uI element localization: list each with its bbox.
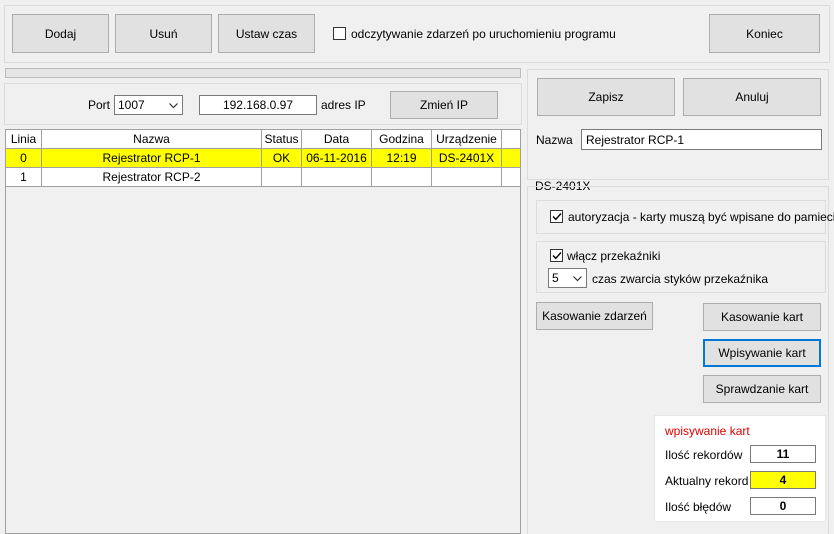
port-label: Port <box>88 98 111 112</box>
column-header-linia[interactable]: Linia <box>6 130 42 149</box>
cell-filler <box>501 148 520 168</box>
check-icon <box>552 252 562 260</box>
delete-events-button[interactable]: Kasowanie zdarzeń <box>536 302 653 330</box>
cancel-button[interactable]: Anuluj <box>683 78 821 116</box>
device-table-area: Linia Nazwa Status Data Godzina Urządzen… <box>5 129 521 534</box>
write-cards-button[interactable]: Wpisywanie kart <box>703 339 821 367</box>
check-icon <box>552 213 562 221</box>
cell-urzadzenie[interactable]: DS-2401X <box>431 148 502 168</box>
cell-nazwa[interactable]: Rejestrator RCP-2 <box>41 167 262 187</box>
name-label: Nazwa <box>536 133 573 147</box>
cell-godzina[interactable]: 12:19 <box>371 148 432 168</box>
chevron-down-icon <box>573 271 582 285</box>
name-field[interactable]: Rejestrator RCP-1 <box>581 129 822 150</box>
relays-checkbox[interactable] <box>550 249 563 262</box>
errors-count-value: 0 <box>750 497 816 515</box>
cell-data[interactable] <box>301 167 372 187</box>
column-header-filler <box>501 130 520 149</box>
cell-status[interactable] <box>261 167 302 187</box>
column-header-urzadzenie[interactable]: Urządzenie <box>431 130 502 149</box>
table-row[interactable]: 0 Rejestrator RCP-1 OK 06-11-2016 12:19 … <box>6 148 520 168</box>
relays-label: włącz przekaźniki <box>567 249 661 263</box>
delete-button[interactable]: Usuń <box>115 14 212 53</box>
progress-bar <box>5 68 521 78</box>
delete-cards-button[interactable]: Kasowanie kart <box>703 303 821 331</box>
cell-linia[interactable]: 1 <box>6 167 42 187</box>
cell-urzadzenie[interactable] <box>431 167 502 187</box>
records-count-label: Ilość rekordów <box>665 448 743 462</box>
cell-filler <box>501 167 520 187</box>
chevron-down-icon <box>169 98 178 112</box>
current-record-label: Aktualny rekord <box>665 474 749 488</box>
cell-linia[interactable]: 0 <box>6 148 42 168</box>
port-select[interactable]: 1007 <box>114 95 183 115</box>
device-table: Linia Nazwa Status Data Godzina Urządzen… <box>6 130 520 187</box>
cell-data[interactable]: 06-11-2016 <box>301 148 372 168</box>
authorization-checkbox[interactable] <box>550 210 563 223</box>
column-header-data[interactable]: Data <box>301 130 372 149</box>
authorization-label: autoryzacja - karty muszą być wpisane do… <box>568 210 834 224</box>
port-value: 1007 <box>118 98 145 112</box>
ip-address-label: adres IP <box>321 98 366 112</box>
change-ip-button[interactable]: Zmień IP <box>390 91 498 119</box>
read-events-label: odczytywanie zdarzeń po uruchomieniu pro… <box>351 27 616 41</box>
table-row[interactable]: 1 Rejestrator RCP-2 <box>6 167 520 187</box>
errors-count-label: Ilość błędów <box>665 500 732 514</box>
contact-time-value: 5 <box>552 271 559 285</box>
set-time-button[interactable]: Ustaw czas <box>218 14 315 53</box>
read-events-checkbox[interactable] <box>333 27 346 40</box>
records-count-value: 11 <box>750 445 816 463</box>
ip-address-value: 192.168.0.97 <box>222 98 294 112</box>
cell-godzina[interactable] <box>371 167 432 187</box>
cell-status[interactable]: OK <box>261 148 302 168</box>
save-button[interactable]: Zapisz <box>537 78 675 116</box>
column-header-godzina[interactable]: Godzina <box>371 130 432 149</box>
contact-time-label: czas zwarcia styków przekaźnika <box>592 272 769 286</box>
current-record-value: 4 <box>750 471 816 489</box>
write-status-title: wpisywanie kart <box>665 424 750 438</box>
name-value: Rejestrator RCP-1 <box>586 132 685 147</box>
column-header-nazwa[interactable]: Nazwa <box>41 130 262 149</box>
contact-time-select[interactable]: 5 <box>548 268 587 288</box>
ip-address-field[interactable]: 192.168.0.97 <box>199 95 317 115</box>
column-header-status[interactable]: Status <box>261 130 302 149</box>
add-button[interactable]: Dodaj <box>12 14 109 53</box>
end-button[interactable]: Koniec <box>709 14 820 53</box>
check-cards-button[interactable]: Sprawdzanie kart <box>703 375 821 403</box>
table-header-row: Linia Nazwa Status Data Godzina Urządzen… <box>6 130 520 149</box>
cell-nazwa[interactable]: Rejestrator RCP-1 <box>41 148 262 168</box>
